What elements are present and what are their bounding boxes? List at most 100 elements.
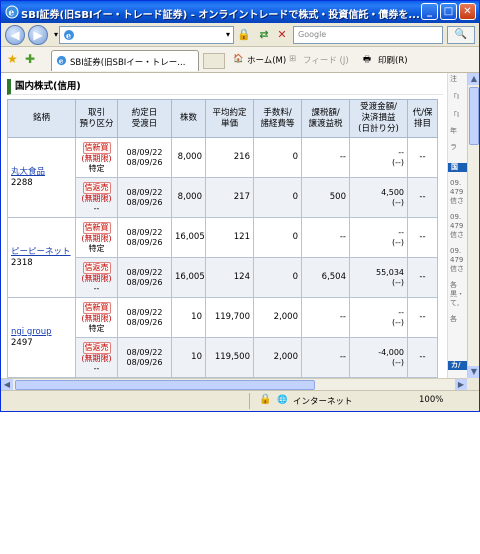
search-input[interactable]: Google: [293, 26, 443, 44]
ie-icon: e: [5, 5, 19, 19]
trade-date: 08/09/22: [126, 227, 163, 237]
side-panel-item[interactable]: て,: [450, 299, 459, 308]
home-icon[interactable]: 🏠: [233, 54, 244, 64]
side-panel-item[interactable]: 09.: [450, 213, 461, 222]
home-button[interactable]: ホーム(M): [247, 54, 286, 66]
col-header-amount: 受渡金額/ 決済損益 (日計り分): [349, 99, 408, 138]
trade-term: (無期限): [81, 153, 112, 163]
stock-name-link[interactable]: ngi group: [11, 327, 72, 338]
side-panel-item[interactable]: 09.: [450, 247, 461, 256]
col-header-trade: 取引 預り区分: [75, 99, 118, 138]
stock-name-cell: 丸大食品 2288: [7, 137, 76, 218]
refresh-icon[interactable]: ⇄: [255, 26, 273, 44]
settle-date: 08/09/26: [126, 237, 163, 247]
price-cell: 216: [205, 137, 254, 178]
table-row: ピーピーネット 2318 信新買 (無期限) 特定 08/09/22 08/09…: [7, 217, 438, 298]
close-button[interactable]: ✕: [459, 3, 476, 20]
col-header-extra: 代/保 排目: [407, 99, 438, 138]
side-panel-text: ラ: [450, 143, 457, 151]
zone-label: インターネット: [293, 397, 353, 407]
settle-date: 08/09/26: [126, 197, 163, 207]
trade-type-badge: 信新買: [82, 141, 111, 154]
globe-icon: 🌐: [277, 395, 288, 405]
address-field[interactable]: e: [59, 26, 234, 44]
settle-date: 08/09/26: [126, 357, 163, 367]
amount-value: --: [398, 307, 404, 317]
stock-name-link[interactable]: ピーピーネット: [11, 247, 72, 258]
col-header-qty: 株数: [171, 99, 206, 138]
side-panel-item[interactable]: カ/: [448, 361, 467, 370]
trade-type-cell: 信新買 (無期限) 特定: [75, 137, 118, 178]
qty-cell: 8,000: [171, 177, 206, 218]
table-row: 丸大食品 2288 信新買 (無期限) 特定 08/09/22 08/09/26…: [7, 137, 438, 218]
pl-value: (--): [391, 317, 404, 327]
price-cell: 121: [205, 217, 254, 258]
tax-cell: --: [301, 217, 350, 258]
extra-cell: --: [407, 257, 438, 298]
pl-value: (--): [391, 277, 404, 287]
side-panel-item[interactable]: 479: [450, 256, 463, 265]
account-type: --: [93, 283, 100, 293]
qty-cell: 16,005: [171, 217, 206, 258]
browser-window: e SBI証券(旧SBIイー・トレード証券) - オンライントレードで株式・投資…: [0, 0, 480, 412]
feed-icon[interactable]: ⊞: [289, 54, 296, 64]
search-button[interactable]: 🔍: [447, 26, 475, 44]
feed-button[interactable]: フィード (J): [303, 54, 349, 66]
tab-page-icon: e: [56, 55, 67, 66]
vertical-scroll-thumb[interactable]: [469, 87, 479, 145]
price-cell: 124: [205, 257, 254, 298]
side-panel-item[interactable]: 信さ: [450, 197, 464, 206]
trade-date: 08/09/22: [126, 347, 163, 357]
side-panel-text: 「I: [450, 111, 460, 119]
side-panel-item[interactable]: 479: [450, 188, 463, 197]
trade-type-badge: 信返売: [82, 261, 111, 274]
print-button[interactable]: 印刷(R): [378, 54, 408, 66]
back-button[interactable]: ◀: [5, 25, 25, 45]
side-panel-item[interactable]: 信さ: [450, 265, 464, 274]
fee-cell: 0: [253, 257, 302, 298]
window-title: SBI証券(旧SBIイー・トレード証券) - オンライントレードで株式・投資信託…: [21, 10, 421, 21]
stock-name-cell: ピーピーネット 2318: [7, 217, 76, 298]
zoom-level[interactable]: 100%: [419, 395, 443, 405]
amount-value: -4,000: [378, 347, 404, 357]
col-header-tax: 課税額/ 譲渡益税: [301, 99, 350, 138]
status-bar: 🔒 🌐 インターネット 100%: [1, 390, 479, 411]
side-panel-item[interactable]: 各: [450, 281, 457, 290]
fee-cell: 0: [253, 177, 302, 218]
pl-value: (--): [391, 237, 404, 247]
printer-icon[interactable]: 🖶: [363, 54, 371, 68]
scroll-down-icon[interactable]: ▼: [468, 366, 479, 378]
side-panel-item[interactable]: 09.: [450, 179, 461, 188]
side-panel-item[interactable]: 各: [450, 315, 457, 324]
maximize-button[interactable]: □: [440, 3, 457, 20]
horizontal-scroll-thumb[interactable]: [15, 380, 315, 390]
table-body: 丸大食品 2288 信新買 (無期限) 特定 08/09/22 08/09/26…: [7, 137, 438, 378]
lock-icon[interactable]: 🔒: [235, 26, 253, 44]
side-panel-text: 年: [450, 127, 457, 135]
qty-cell: 8,000: [171, 137, 206, 178]
stop-icon[interactable]: ✕: [273, 26, 291, 44]
tab-label: SBI証券(旧SBIイー・トレー...: [70, 58, 186, 68]
horizontal-scrollbar[interactable]: ◀ ▶: [1, 378, 467, 391]
fee-cell: 0: [253, 217, 302, 258]
side-panel-item[interactable]: 黒・: [450, 290, 464, 299]
account-type: 特定: [88, 323, 105, 333]
vertical-scrollbar[interactable]: ▲ ▼: [467, 73, 479, 378]
trade-table: 銘柄 取引 預り区分 約定日 受渡日 株数 平均約定 単価 手数料/ 諸経費等 …: [7, 99, 438, 378]
trade-type-cell: 信返売 (無期限) --: [75, 177, 118, 218]
forward-button[interactable]: ▶: [28, 25, 48, 45]
col-header-dates: 約定日 受渡日: [117, 99, 172, 138]
extra-cell: --: [407, 137, 438, 178]
minimize-button[interactable]: _: [421, 3, 438, 20]
side-panel-text: 注: [450, 75, 457, 83]
scroll-up-icon[interactable]: ▲: [468, 73, 479, 85]
stock-name-link[interactable]: 丸大食品: [11, 167, 72, 178]
new-tab-button[interactable]: [203, 53, 225, 69]
side-panel-item[interactable]: 479: [450, 222, 463, 231]
favorites-star-icon[interactable]: ★: [7, 52, 18, 66]
qty-cell: 10: [171, 297, 206, 338]
side-panel-item[interactable]: 信さ: [450, 231, 464, 240]
col-header-price: 平均約定 単価: [205, 99, 254, 138]
add-favorite-icon[interactable]: ✚: [25, 52, 35, 66]
tab-active[interactable]: e SBI証券(旧SBIイー・トレー...: [51, 50, 199, 71]
